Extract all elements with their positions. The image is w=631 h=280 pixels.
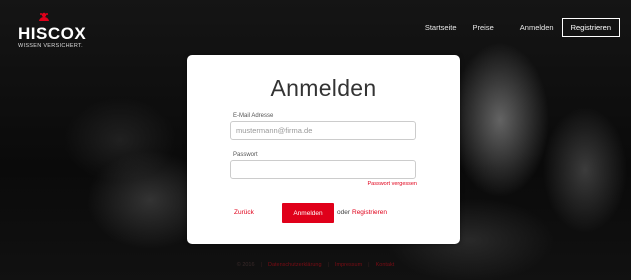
brand-tagline: WISSEN VERSICHERT. (18, 43, 83, 49)
nav-register-button[interactable]: Registrieren (561, 17, 620, 37)
or-text: oder (337, 209, 351, 216)
email-field[interactable] (230, 121, 416, 140)
email-label: E-Mail Adresse (233, 113, 274, 119)
brand-name: HISCOX (18, 24, 87, 43)
forgot-password-link[interactable]: Passwort vergessen (367, 181, 417, 187)
brand-logo[interactable]: HISCOX WISSEN VERSICHERT. (18, 12, 98, 52)
footer-divider: | (260, 262, 262, 268)
main-nav: Startseite Preise Anmelden Registrieren (425, 17, 631, 37)
contact-link[interactable]: Kontakt (376, 262, 395, 268)
password-field[interactable] (230, 160, 416, 179)
login-card: Anmelden E-Mail Adresse Passwort Passwor… (187, 55, 460, 244)
nav-home-link[interactable]: Startseite (425, 23, 457, 32)
footer-divider: | (368, 262, 370, 268)
imprint-link[interactable]: Impressum (335, 262, 362, 268)
login-button[interactable]: Anmelden (282, 203, 334, 223)
nav-prices-link[interactable]: Preise (473, 23, 494, 32)
privacy-link[interactable]: Datenschutzerklärung (268, 262, 322, 268)
footer-divider: | (327, 262, 329, 268)
nav-login-link[interactable]: Anmelden (520, 23, 554, 32)
back-link[interactable]: Zurück (234, 209, 254, 216)
site-footer: © 2016 | Datenschutzerklärung | Impressu… (0, 262, 631, 268)
register-link[interactable]: Registrieren (352, 209, 387, 216)
copyright-text: © 2016 (236, 262, 255, 268)
site-header: HISCOX WISSEN VERSICHERT. Startseite Pre… (0, 0, 631, 50)
hiscox-lion-icon (39, 12, 49, 21)
page-title: Anmelden (270, 75, 377, 101)
password-label: Passwort (233, 152, 258, 158)
